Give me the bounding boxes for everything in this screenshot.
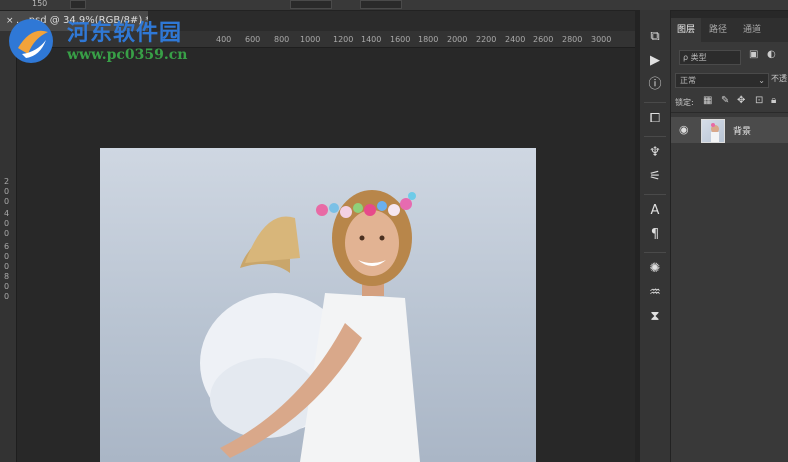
ruler-tick: 0 — [4, 197, 10, 206]
ruler-tick: 1000 — [300, 35, 321, 44]
layers-panel: 图层 路径 通道 ρ 类型 ▣ ◐ 正常 ⌄ 不透 锁定: ▦ ✎ ✥ ⊡ 🔒︎… — [671, 18, 788, 462]
face — [345, 210, 399, 276]
ruler-tick: 2 — [4, 177, 10, 186]
tool-preset-icon[interactable]: ♒ — [645, 284, 665, 302]
ruler-tick: 2400 — [505, 35, 526, 44]
zoom-value: 150 — [32, 0, 48, 8]
option-field-2[interactable] — [360, 0, 402, 9]
tab-layers[interactable]: 图层 — [671, 18, 701, 42]
ruler-tick: 2800 — [562, 35, 583, 44]
divider — [644, 252, 666, 253]
ruler-tick: 1800 — [418, 35, 439, 44]
option-swatch[interactable] — [70, 0, 86, 9]
ruler-tick: 0 — [4, 262, 10, 271]
paragraph-icon[interactable]: ¶ — [645, 226, 665, 244]
sample-icon[interactable]: ⧗ — [645, 308, 665, 326]
watermark-url: www.pc0359.cn — [67, 47, 188, 63]
vertical-ruler[interactable]: 2 0 0 4 0 0 6 0 0 8 0 0 — [0, 47, 17, 462]
panel-icon-strip: ⧉ ▶ ⓘ ⧠ ♆ ⚟ A ¶ ✺ ♒ ⧗ — [640, 10, 671, 462]
divider — [644, 194, 666, 195]
layer-filter-select[interactable]: ρ 类型 — [679, 50, 741, 65]
blend-mode-select[interactable]: 正常 ⌄ — [675, 73, 769, 88]
ruler-tick: 4 — [4, 209, 10, 218]
lock-position-icon[interactable]: ✥ — [737, 95, 745, 106]
layer-filter-row: ρ 类型 ▣ ◐ — [671, 46, 788, 68]
lock-pixels-icon[interactable]: ▦ — [703, 95, 712, 106]
clone-source-icon[interactable]: ⧠ — [645, 110, 665, 128]
canvas-image[interactable] — [100, 148, 536, 462]
ruler-tick: 0 — [4, 252, 10, 261]
lock-all-icon[interactable]: 🔒︎ — [771, 95, 776, 106]
site-logo — [9, 19, 53, 63]
ruler-tick: 0 — [4, 282, 10, 291]
ruler-tick: 8 — [4, 272, 10, 281]
ruler-tick: 1400 — [361, 35, 382, 44]
blend-mode-value: 正常 — [680, 76, 696, 85]
ruler-tick: 2000 — [447, 35, 468, 44]
filter-placeholder: ρ 类型 — [683, 53, 707, 62]
ruler-tick: 2200 — [476, 35, 497, 44]
adjustments-icon[interactable]: ⚟ — [645, 168, 665, 186]
watermark-site-name: 河东软件园 — [67, 20, 183, 46]
tab-paths[interactable]: 路径 — [703, 18, 733, 42]
lock-artboard-icon[interactable]: ⊡ — [755, 95, 763, 106]
lock-row: 锁定: ▦ ✎ ✥ ⊡ 🔒︎ — [671, 94, 788, 113]
info-icon[interactable]: ⓘ — [645, 76, 665, 94]
gear-icon[interactable]: ✺ — [645, 260, 665, 278]
divider — [644, 136, 666, 137]
tab-channels[interactable]: 通道 — [737, 18, 767, 42]
photo-illustration — [200, 190, 420, 462]
eye-icon[interactable]: ◉ — [679, 123, 689, 136]
chevron-down-icon: ⌄ — [758, 76, 765, 85]
channels-icon[interactable]: ⧉ — [645, 28, 665, 46]
ruler-tick: 400 — [216, 35, 232, 44]
lock-label: 锁定: — [675, 98, 694, 107]
ruler-tick: 800 — [274, 35, 290, 44]
lock-brush-icon[interactable]: ✎ — [721, 95, 729, 106]
ruler-tick: 3000 — [591, 35, 612, 44]
divider — [644, 102, 666, 103]
adjustment-filter-icon[interactable]: ◐ — [767, 49, 776, 60]
ruler-tick: 0 — [4, 187, 10, 196]
layer-thumbnail — [701, 119, 725, 143]
opacity-label: 不透 — [771, 74, 787, 83]
ruler-tick: 600 — [245, 35, 261, 44]
ruler-tick: 1200 — [333, 35, 354, 44]
ruler-tick: 0 — [4, 219, 10, 228]
image-filter-icon[interactable]: ▣ — [749, 49, 758, 60]
option-field[interactable] — [290, 0, 332, 9]
ruler-tick: 2600 — [533, 35, 554, 44]
character-icon[interactable]: A — [645, 202, 665, 220]
layer-name: 背景 — [733, 127, 752, 137]
blend-mode-row: 正常 ⌄ 不透 — [671, 70, 788, 90]
ruler-tick: 6 — [4, 242, 10, 251]
layer-row[interactable]: ◉ 背景 — [671, 117, 788, 143]
ruler-tick: 0 — [4, 292, 10, 301]
panel-tabs: 图层 路径 通道 — [671, 18, 788, 42]
ruler-tick: 1600 — [390, 35, 411, 44]
brush-preset-icon[interactable]: ♆ — [645, 144, 665, 162]
ruler-tick: 0 — [4, 229, 10, 238]
play-icon[interactable]: ▶ — [645, 52, 665, 70]
